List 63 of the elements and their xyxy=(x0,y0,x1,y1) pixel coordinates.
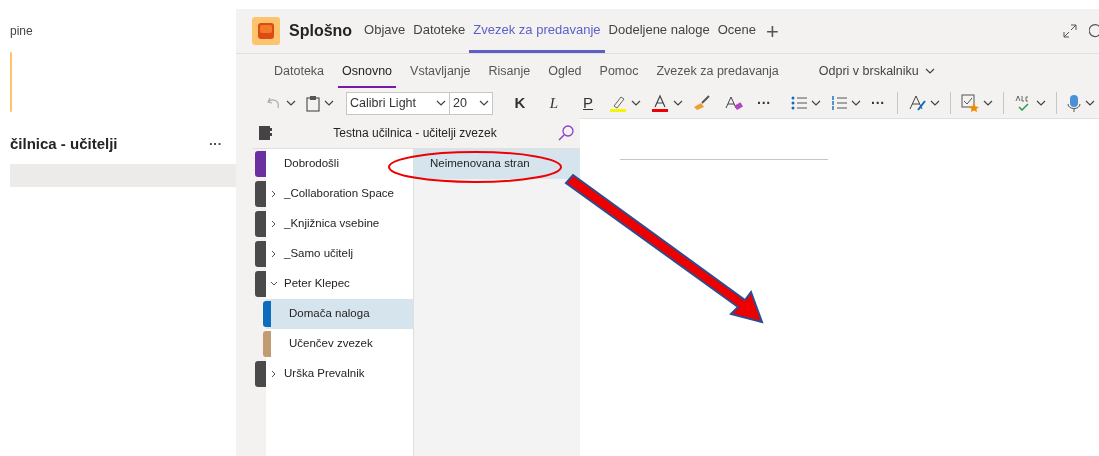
styles-icon[interactable] xyxy=(908,94,926,112)
chevron-down-icon[interactable] xyxy=(1085,100,1095,106)
class-title: čilnica - učitelji xyxy=(10,133,118,154)
chevron-down-icon xyxy=(924,68,935,74)
team-icon xyxy=(252,17,280,45)
clear-formatting-icon[interactable] xyxy=(725,95,743,111)
channel-tab[interactable]: Dodeljene naloge xyxy=(604,9,714,53)
more-formatting-button[interactable]: ··· xyxy=(757,92,771,114)
section-item[interactable]: _Knjižnica vsebine xyxy=(266,209,413,239)
ribbon-tab[interactable]: Risanje xyxy=(484,54,535,88)
chevron-down-icon[interactable] xyxy=(673,100,683,106)
section-item[interactable]: Peter Klepec xyxy=(266,269,413,299)
page-item[interactable]: Neimenovana stran xyxy=(414,149,580,179)
chevron-down-icon[interactable] xyxy=(286,100,296,106)
chevron-down-icon[interactable] xyxy=(983,100,993,106)
channel-title: Splošno xyxy=(289,21,353,41)
section-item[interactable]: _Collaboration Space xyxy=(266,179,413,209)
notebook-title: Testna učilnica - učitelji zvezek xyxy=(332,125,498,142)
team-name: pine xyxy=(9,23,34,40)
chevron-down-icon[interactable] xyxy=(930,100,940,106)
ribbon-tab[interactable]: Zvezek za predavanja xyxy=(652,54,783,88)
channel-tab[interactable]: Objave xyxy=(360,9,410,53)
channel-tab[interactable]: Zvezek za predavanje xyxy=(469,9,605,53)
chevron-down-icon[interactable] xyxy=(324,100,334,106)
ribbon-tab[interactable]: Pomoc xyxy=(595,54,643,88)
chevron-down-icon xyxy=(436,100,446,106)
more-options-button[interactable]: ··· xyxy=(209,134,222,154)
chevron-down-icon xyxy=(479,100,489,106)
add-tab-button[interactable]: + xyxy=(760,9,785,53)
format-painter-icon[interactable] xyxy=(693,95,711,111)
tag-star-icon[interactable] xyxy=(961,94,979,112)
ribbon-tab[interactable]: Datoteka xyxy=(270,54,329,88)
channel-tab[interactable]: Datoteke xyxy=(409,9,470,53)
clipboard-icon[interactable] xyxy=(306,94,320,112)
ribbon-tab[interactable]: Ogled xyxy=(544,54,586,88)
ribbon-tab[interactable]: Vstavljanje xyxy=(406,54,475,88)
section-item[interactable]: Dobrodošli xyxy=(266,149,413,179)
highlighter-icon[interactable] xyxy=(609,94,627,112)
chevron-down-icon[interactable] xyxy=(631,100,641,106)
ribbon-tab[interactable]: Osnovno xyxy=(338,54,397,88)
search-icon[interactable] xyxy=(558,125,574,141)
section-item[interactable]: Urška Prevalnik xyxy=(266,359,413,389)
section-item[interactable]: _Samo učitelj xyxy=(266,239,413,269)
italic-button[interactable]: L xyxy=(543,91,565,115)
notebook-icon[interactable] xyxy=(258,126,272,140)
bullet-list-icon[interactable] xyxy=(791,96,807,110)
chevron-down-icon[interactable] xyxy=(811,100,821,106)
microphone-icon[interactable] xyxy=(1067,94,1081,112)
chevron-down-icon[interactable] xyxy=(1036,100,1046,106)
reload-icon[interactable] xyxy=(1089,23,1099,39)
expand-icon[interactable] xyxy=(1063,24,1077,38)
more-lists-button[interactable]: ··· xyxy=(871,92,885,114)
channel-tab[interactable]: Ocene xyxy=(713,9,761,53)
spelling-check-icon[interactable] xyxy=(1014,95,1032,111)
chevron-down-icon[interactable] xyxy=(851,100,861,106)
font-color-icon[interactable] xyxy=(651,94,669,112)
section-item[interactable]: Domača naloga xyxy=(266,299,413,329)
underline-button[interactable]: P xyxy=(577,91,599,115)
font-size-dropdown[interactable]: 20 xyxy=(450,92,492,114)
bold-button[interactable]: K xyxy=(509,91,531,115)
section-item[interactable]: Učenčev zvezek xyxy=(266,329,413,359)
font-dropdown[interactable]: Calibri Light xyxy=(347,92,450,114)
open-in-browser-button[interactable]: Odpri v brskalniku xyxy=(814,54,939,88)
